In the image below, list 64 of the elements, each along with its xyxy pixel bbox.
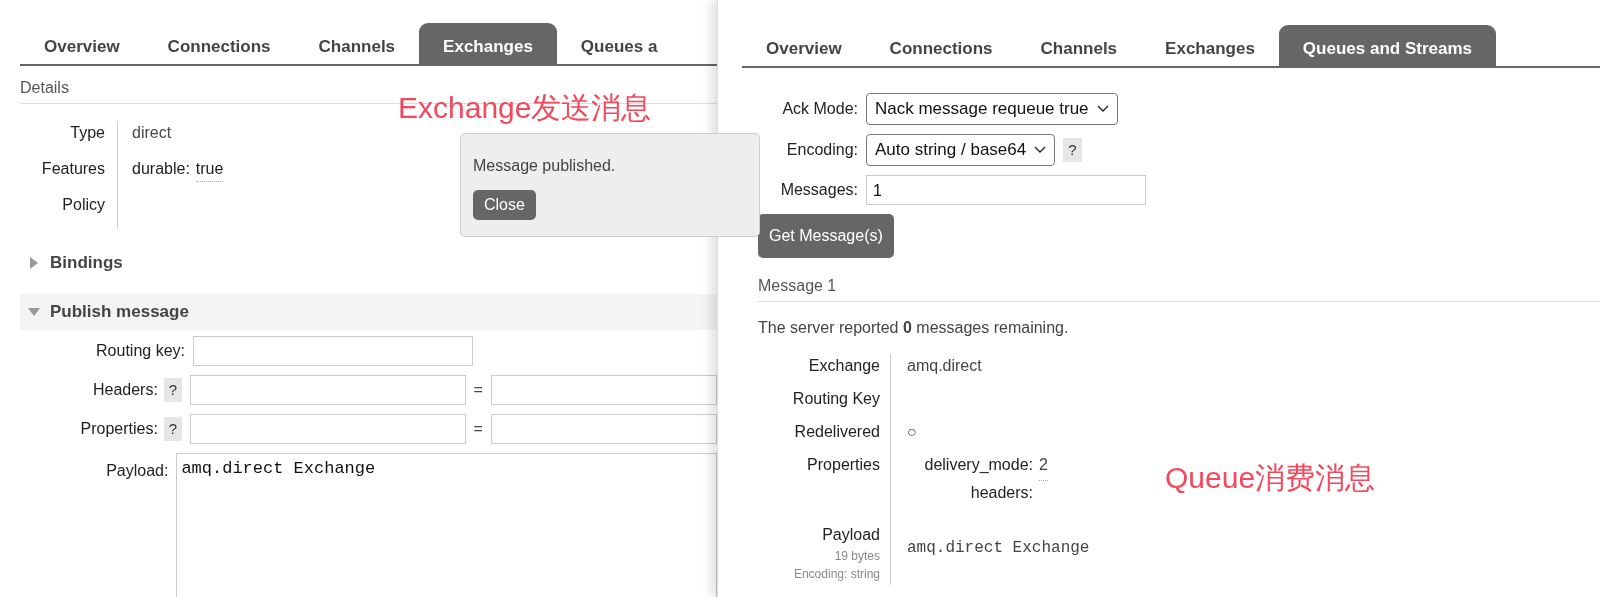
text-field[interactable] [490,375,717,405]
text-field[interactable] [193,336,473,366]
field-label: Exchange [808,356,880,376]
chevron-down-icon [1096,105,1109,113]
text-field[interactable]: 1 [866,175,1146,205]
field-label: Routing key: [96,341,185,361]
help-button[interactable]: ? [1063,137,1082,163]
notification-text: Message published. [473,156,617,176]
field-label: Routing Key [792,389,880,409]
equals-sign: = [473,419,483,439]
section-header[interactable]: Bindings [20,245,717,281]
field-label: Type [70,123,105,143]
field-label: Ack Mode: [782,99,858,119]
equals-sign: = [473,380,483,400]
dropdown[interactable]: Nack message requeue true [866,93,1118,125]
help-button[interactable]: ? [163,416,183,442]
property-key: delivery_mode: [907,453,1033,481]
field-value: amq.direct [907,357,982,374]
text-field[interactable] [190,414,466,444]
section-title: Bindings [50,252,123,275]
nav-tab[interactable]: Queues and Streams [1278,25,1496,66]
nav-tab[interactable]: Queues a [556,23,682,64]
field-note: Encoding: string [793,566,880,583]
nav-tab[interactable]: Exchanges [419,23,557,64]
property-value: 2 [1039,453,1048,481]
field-label: Payload [822,525,880,545]
annotation-text: Queue消费消息 [1165,460,1376,496]
chevron-down-icon [1034,146,1047,154]
field-value: direct [132,123,172,143]
nav-tab[interactable]: Channels [1016,25,1142,66]
field-key: durable: [132,157,190,181]
nav-tab[interactable]: Exchanges [1141,25,1279,66]
close-button[interactable]: Close [473,190,536,220]
field-label: Redelivered [794,422,880,442]
field-label: Messages: [780,180,858,200]
nav-tab[interactable]: Overview [20,23,144,64]
nav-tab[interactable]: Connections [143,23,295,64]
text-field[interactable] [190,375,466,405]
field-label: Policy [62,195,105,215]
field-label: Payload: [106,461,169,481]
property-key: headers: [907,481,1033,509]
disclosure-triangle-icon[interactable] [28,306,40,318]
field-label: Headers: [92,380,158,400]
section-title: Publish message [50,301,189,324]
nav-tab[interactable]: Connections [865,25,1017,66]
text-field[interactable] [490,414,717,444]
get-messages-button[interactable]: Get Message(s) [758,214,894,258]
payload-field[interactable]: amq.direct Exchange [176,453,717,597]
help-button[interactable]: ? [163,377,183,403]
disclosure-triangle-icon[interactable] [28,257,40,269]
field-value: amq.direct Exchange [907,539,1090,557]
section-heading: Message 1 [758,264,1600,302]
field-value: ○ [907,423,917,440]
nav-tab[interactable]: Overview [742,25,866,66]
dropdown[interactable]: Auto string / base64 [866,134,1056,166]
field-value: true [195,157,224,182]
field-label: Properties: [80,419,158,439]
field-label: Encoding: [786,140,858,160]
section-header[interactable]: Publish message [20,294,717,330]
summary-text: The server reported 0 messages remaining. [758,318,1070,338]
field-label: Properties [807,455,880,475]
nav-tab[interactable]: Channels [294,23,420,64]
field-label: Features [41,159,105,179]
field-note: 19 bytes [834,548,880,565]
